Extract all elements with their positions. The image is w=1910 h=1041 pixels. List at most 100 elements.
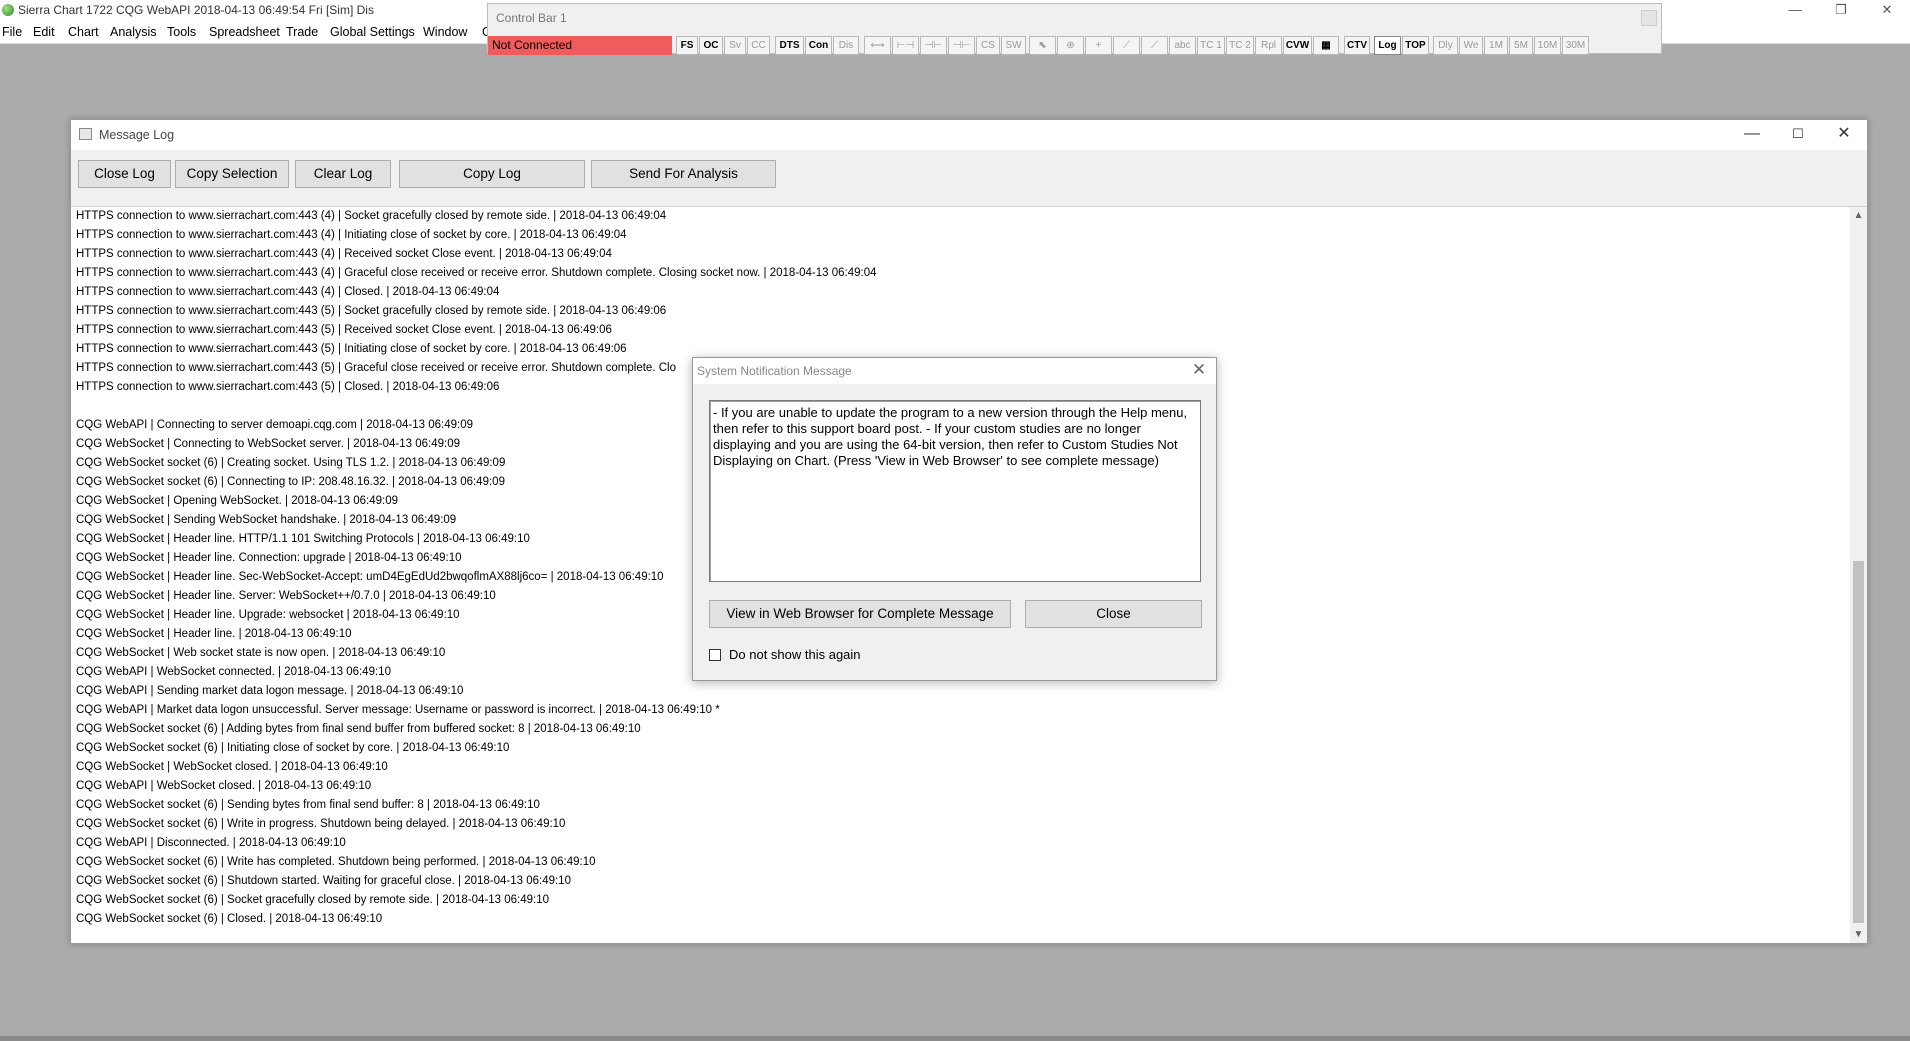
menu-analysis[interactable]: Analysis xyxy=(110,25,157,39)
tb-pointer-icon[interactable]: ⬉ xyxy=(1029,36,1056,55)
app-minimize-button[interactable]: — xyxy=(1772,0,1818,22)
log-scrollbar[interactable]: ▲ ▼ xyxy=(1850,207,1867,943)
notification-close-button[interactable]: Close xyxy=(1025,600,1202,628)
close-log-button[interactable]: Close Log xyxy=(78,160,171,188)
copy-selection-button[interactable]: Copy Selection xyxy=(175,160,289,188)
log-line[interactable]: CQG WebSocket socket (6) | Sending bytes… xyxy=(76,796,540,815)
tb-sv-button[interactable]: Sv xyxy=(724,36,746,55)
log-line[interactable]: CQG WebSocket | Header line. Sec-WebSock… xyxy=(76,568,664,587)
tb-ray-tool-icon[interactable]: ⟋ xyxy=(1141,36,1168,55)
log-line[interactable]: CQG WebSocket | Header line. Upgrade: we… xyxy=(76,606,460,625)
log-line[interactable]: HTTPS connection to www.sierrachart.com:… xyxy=(76,359,676,378)
log-line[interactable]: CQG WebSocket socket (6) | Adding bytes … xyxy=(76,720,641,739)
tb-grid-icon[interactable]: ▦ xyxy=(1313,36,1339,55)
log-line[interactable]: CQG WebAPI | WebSocket connected. | 2018… xyxy=(76,663,391,682)
tb-cursor-icon[interactable]: + xyxy=(1085,36,1112,55)
log-line[interactable]: CQG WebSocket | Connecting to WebSocket … xyxy=(76,435,460,454)
scroll-thumb[interactable] xyxy=(1853,561,1864,923)
log-line[interactable]: CQG WebAPI | Disconnected. | 2018-04-13 … xyxy=(76,834,346,853)
notification-titlebar[interactable]: System Notification Message ✕ xyxy=(693,358,1216,384)
log-line[interactable]: HTTPS connection to www.sierrachart.com:… xyxy=(76,340,627,359)
menu-chart[interactable]: Chart xyxy=(68,25,99,39)
tb-top-button[interactable]: TOP xyxy=(1402,36,1429,55)
log-line[interactable]: HTTPS connection to www.sierrachart.com:… xyxy=(76,302,666,321)
tb-line-tool-icon[interactable]: ⟋ xyxy=(1113,36,1140,55)
log-line[interactable]: CQG WebSocket socket (6) | Socket gracef… xyxy=(76,891,549,910)
control-bar-close-button[interactable] xyxy=(1641,10,1657,26)
tb-rpl-button[interactable]: Rpl xyxy=(1255,36,1282,55)
menu-edit[interactable]: Edit xyxy=(33,25,55,39)
notification-message-text[interactable]: - If you are unable to update the progra… xyxy=(709,400,1201,582)
log-line[interactable]: CQG WebSocket | Web socket state is now … xyxy=(76,644,445,663)
tb-compress-icon[interactable]: ⊣⊢ xyxy=(920,36,947,55)
log-line[interactable]: CQG WebSocket socket (6) | Closed. | 201… xyxy=(76,910,382,929)
log-line[interactable]: CQG WebSocket | Sending WebSocket handsh… xyxy=(76,511,456,530)
menu-window[interactable]: Window xyxy=(423,25,467,39)
tb-dts-button[interactable]: DTS xyxy=(775,36,804,55)
log-line[interactable]: HTTPS connection to www.sierrachart.com:… xyxy=(76,321,612,340)
clear-log-button[interactable]: Clear Log xyxy=(295,160,391,188)
menu-file[interactable]: File xyxy=(2,25,22,39)
tb-cc-button[interactable]: CC xyxy=(747,36,770,55)
log-maximize-button[interactable]: ☐ xyxy=(1775,120,1821,150)
menu-trade[interactable]: Trade xyxy=(286,25,318,39)
tb-crosshair-icon[interactable]: ⊕ xyxy=(1057,36,1084,55)
scroll-up-arrow-icon[interactable]: ▲ xyxy=(1850,207,1867,224)
log-line[interactable]: CQG WebSocket socket (6) | Write in prog… xyxy=(76,815,565,834)
log-line[interactable]: CQG WebAPI | Connecting to server demoap… xyxy=(76,416,473,435)
tb-5m-button[interactable]: 5M xyxy=(1509,36,1533,55)
tb-30m-button[interactable]: 30M xyxy=(1562,36,1589,55)
log-line[interactable]: HTTPS connection to www.sierrachart.com:… xyxy=(76,283,499,302)
log-line[interactable]: CQG WebSocket | WebSocket closed. | 2018… xyxy=(76,758,388,777)
log-line[interactable]: CQG WebAPI | WebSocket closed. | 2018-04… xyxy=(76,777,371,796)
copy-log-button[interactable]: Copy Log xyxy=(399,160,585,188)
tb-10m-button[interactable]: 10M xyxy=(1534,36,1561,55)
view-in-web-browser-button[interactable]: View in Web Browser for Complete Message xyxy=(709,600,1011,628)
send-for-analysis-button[interactable]: Send For Analysis xyxy=(591,160,776,188)
tb-ctv-button[interactable]: CTV xyxy=(1344,36,1370,55)
log-minimize-button[interactable]: — xyxy=(1729,120,1775,150)
scroll-down-arrow-icon[interactable]: ▼ xyxy=(1850,926,1867,943)
app-restore-button[interactable]: ❐ xyxy=(1818,0,1864,22)
log-line[interactable]: HTTPS connection to www.sierrachart.com:… xyxy=(76,378,499,397)
tb-abc-button[interactable]: abc xyxy=(1169,36,1196,55)
menu-global-settings[interactable]: Global Settings xyxy=(330,25,415,39)
app-close-button[interactable]: ✕ xyxy=(1864,0,1910,22)
log-line[interactable]: CQG WebSocket socket (6) | Connecting to… xyxy=(76,473,505,492)
tb-cvw-button[interactable]: CVW xyxy=(1283,36,1312,55)
tb-con-button[interactable]: Con xyxy=(805,36,832,55)
tb-oc-button[interactable]: OC xyxy=(699,36,723,55)
tb-dis-button[interactable]: Dis xyxy=(833,36,859,55)
log-line[interactable]: CQG WebSocket | Header line. Server: Web… xyxy=(76,587,496,606)
log-line[interactable]: CQG WebSocket | Header line. HTTP/1.1 10… xyxy=(76,530,530,549)
tb-tc2-button[interactable]: TC 2 xyxy=(1226,36,1254,55)
tb-weekly-button[interactable]: We xyxy=(1459,36,1483,55)
menu-tools[interactable]: Tools xyxy=(167,25,196,39)
tb-tc1-button[interactable]: TC 1 xyxy=(1197,36,1225,55)
tb-fs-button[interactable]: FS xyxy=(676,36,698,55)
tb-cs-button[interactable]: CS xyxy=(976,36,1000,55)
tb-1m-button[interactable]: 1M xyxy=(1484,36,1508,55)
message-log-titlebar[interactable]: Message Log — ☐ ✕ xyxy=(71,120,1867,150)
log-line[interactable]: CQG WebAPI | Market data logon unsuccess… xyxy=(76,701,720,720)
tb-daily-button[interactable]: Dly xyxy=(1433,36,1458,55)
log-close-button[interactable]: ✕ xyxy=(1821,120,1867,150)
log-line[interactable]: CQG WebSocket socket (6) | Write has com… xyxy=(76,853,596,872)
log-line[interactable]: CQG WebSocket socket (6) | Initiating cl… xyxy=(76,739,509,758)
tb-expand-icon[interactable]: ⊢⊣ xyxy=(892,36,919,55)
log-line[interactable]: HTTPS connection to www.sierrachart.com:… xyxy=(76,264,877,283)
log-line[interactable]: CQG WebSocket socket (6) | Shutdown star… xyxy=(76,872,571,891)
tb-log-button[interactable]: Log xyxy=(1374,36,1401,55)
dont-show-again-checkbox[interactable] xyxy=(709,649,721,661)
tb-sw-button[interactable]: SW xyxy=(1001,36,1026,55)
tb-scale-icon[interactable]: ⊣⊢ xyxy=(948,36,975,55)
menu-spreadsheet[interactable]: Spreadsheet xyxy=(209,25,280,39)
log-line[interactable]: CQG WebSocket socket (6) | Creating sock… xyxy=(76,454,505,473)
log-line[interactable]: HTTPS connection to www.sierrachart.com:… xyxy=(76,245,612,264)
log-line[interactable]: CQG WebSocket | Header line. | 2018-04-1… xyxy=(76,625,352,644)
tb-horizontal-scale-icon[interactable]: ⟷ xyxy=(864,36,891,55)
log-line[interactable]: CQG WebSocket | Header line. Connection:… xyxy=(76,549,462,568)
log-line[interactable]: CQG WebAPI | Sending market data logon m… xyxy=(76,682,463,701)
notification-close-icon[interactable]: ✕ xyxy=(1182,358,1216,384)
log-line[interactable]: HTTPS connection to www.sierrachart.com:… xyxy=(76,226,627,245)
